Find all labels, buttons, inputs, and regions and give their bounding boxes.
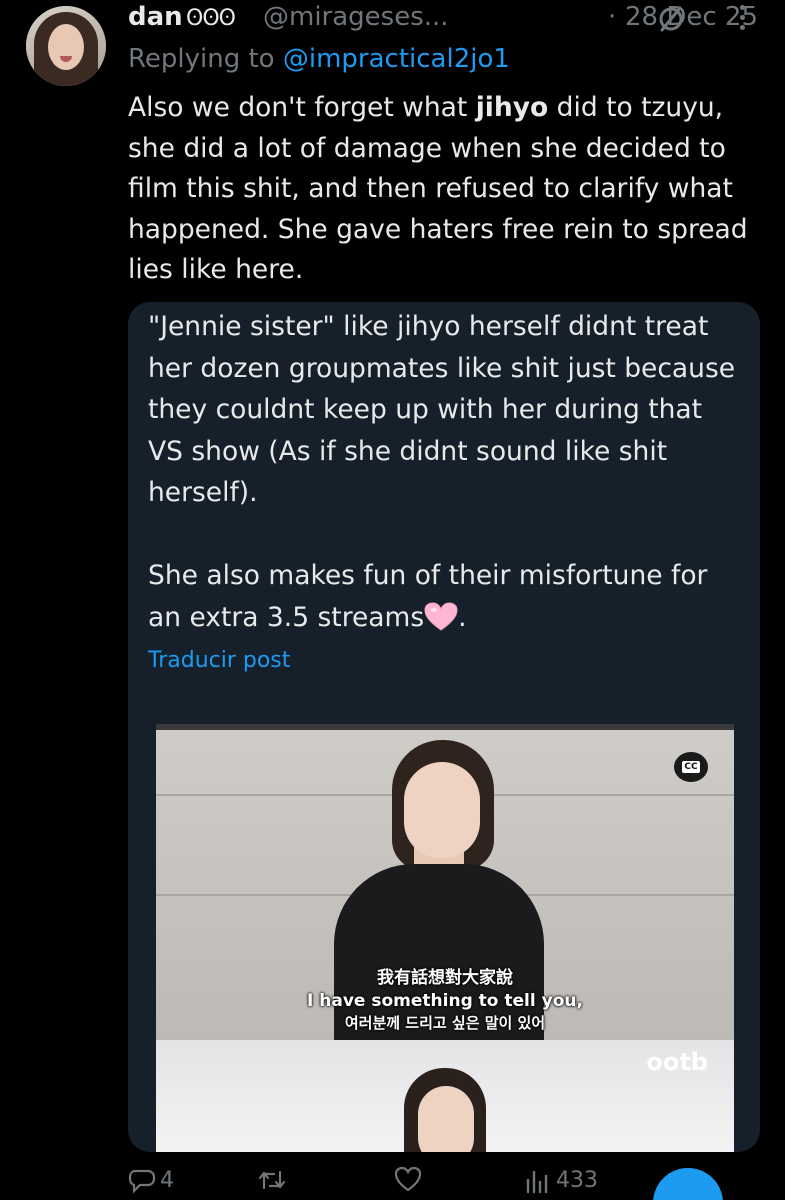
pink-heart-emoji [424,601,458,631]
replying-to-line: Replying to @impractical2jo1 [128,44,510,74]
retweet-button[interactable] [258,1164,290,1196]
reply-button[interactable]: 4 [128,1164,174,1196]
lower-person-face [418,1086,474,1152]
replying-prefix: Replying to [128,44,275,74]
heart-outline-icon [394,1166,422,1192]
quote-text: "Jennie sister" like jihyo herself didnt… [148,306,743,638]
user-handle[interactable]: @mirageses... [263,2,449,32]
display-name[interactable]: dan [128,2,183,32]
tweet-text: Also we don't forget what jihyo did to t… [128,88,768,291]
reply-bubble-icon [128,1169,156,1194]
quoted-post[interactable]: "Jennie sister" like jihyo herself didnt… [128,302,760,1152]
name-badges: ʘʘʘ [186,6,236,31]
tweet-text-part-1: Also we don't forget what [128,92,476,123]
subtitle-english: I have something to tell you, [307,991,583,1011]
more-vertical-icon[interactable] [736,0,748,34]
bar-chart-icon [526,1170,548,1194]
video-player[interactable]: 我有話想對大家說 I have something to tell you, 여… [156,724,734,1152]
tweet-text-bold: jihyo [475,92,549,123]
person-face [404,762,480,858]
tweet-header: dan ʘʘʘ @mirageses... · 28 Dec 25 [128,2,765,42]
separator-dot: · [608,2,617,32]
grok-slash-icon[interactable] [656,4,686,34]
subtitle-chinese: 我有話想對大家說 [377,968,513,988]
reply-count: 4 [160,1167,174,1193]
video-watermark: ootb [646,1048,708,1076]
quote-text-end: . [458,601,467,633]
avatar[interactable] [26,6,106,86]
views-button[interactable]: 433 [524,1164,598,1196]
cc-label: CC [682,761,700,773]
video-subtitles: 我有話想對大家說 I have something to tell you, 여… [156,966,734,1034]
quote-text-main: "Jennie sister" like jihyo herself didnt… [148,311,736,633]
retweet-icon [258,1170,286,1190]
closed-captions-button[interactable]: CC [674,752,708,782]
like-button[interactable] [394,1164,426,1196]
views-count: 433 [556,1167,598,1193]
subtitle-korean: 여러분께 드리고 싶은 말이 있어 [344,1014,546,1032]
reply-mention-link[interactable]: @impractical2jo1 [283,44,510,74]
translate-post-link[interactable]: Traducir post [148,648,290,673]
